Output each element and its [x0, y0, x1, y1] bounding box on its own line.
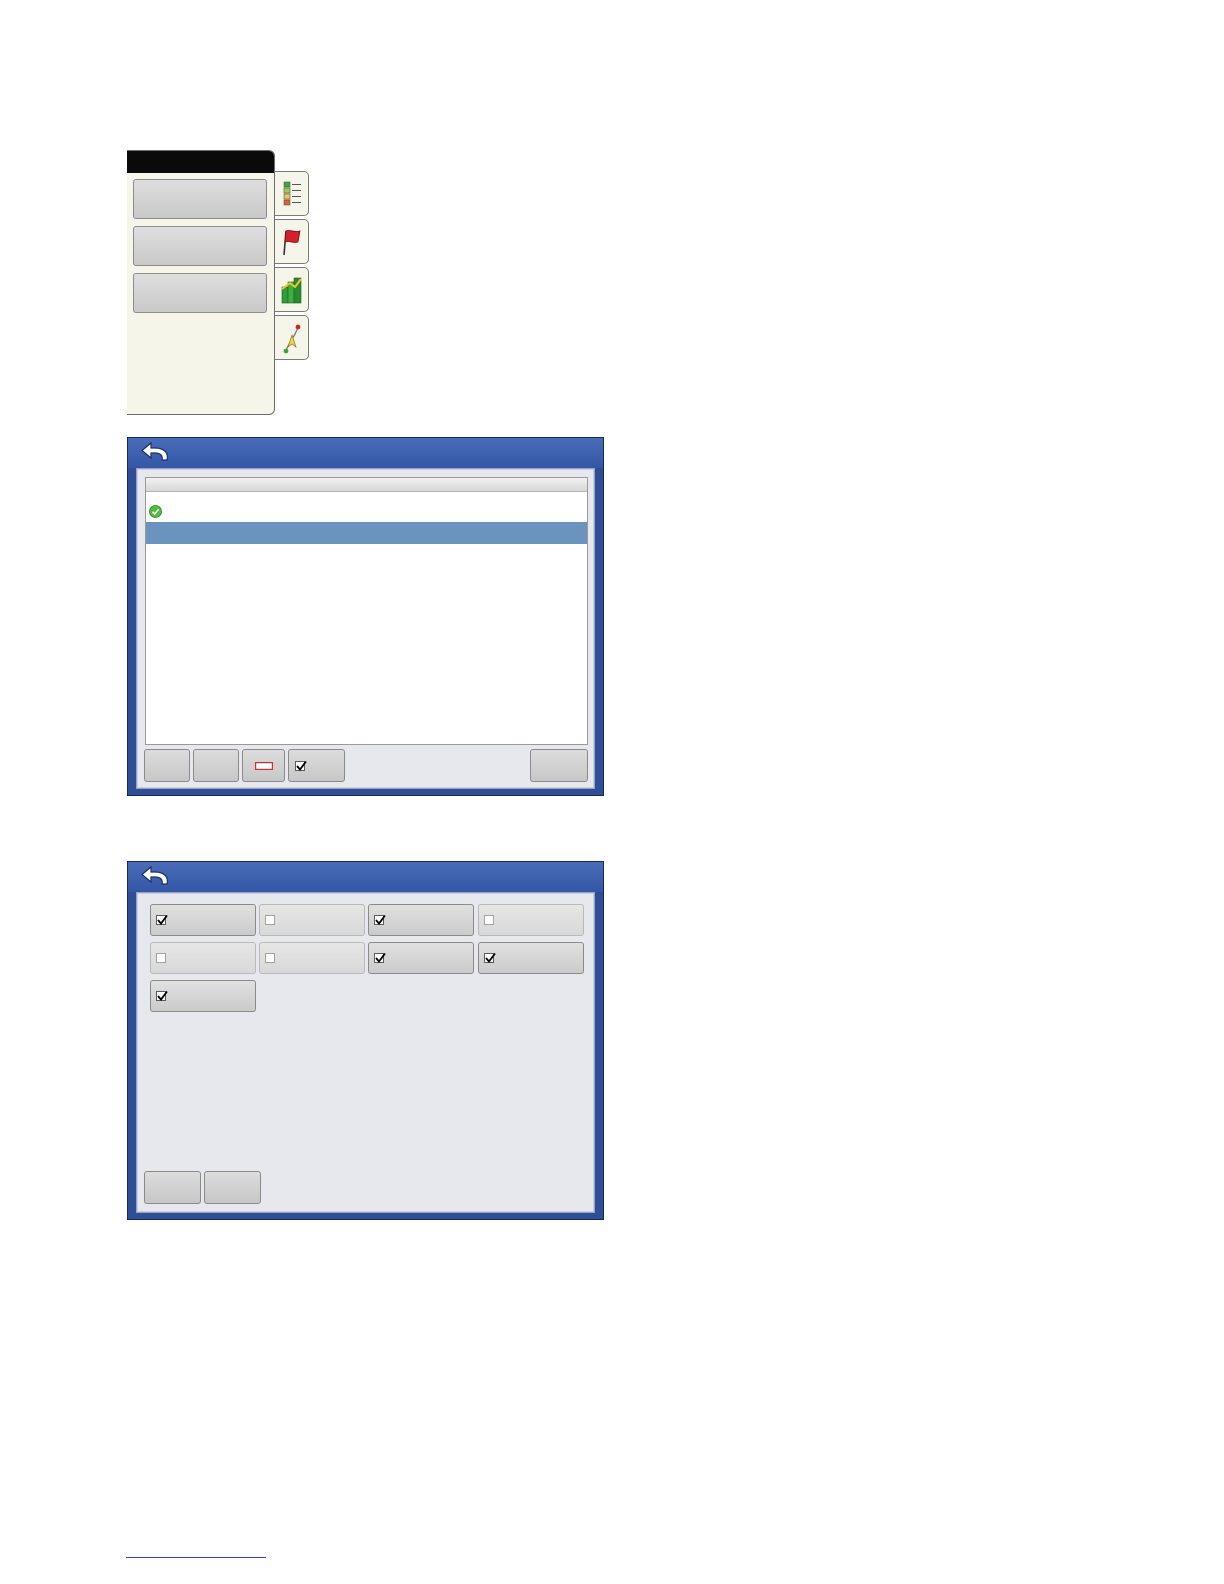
back-button[interactable]	[136, 865, 176, 889]
bottom-button-1[interactable]	[144, 1171, 201, 1204]
back-arrow-icon	[141, 442, 168, 461]
checkbox-unchecked-icon	[156, 953, 166, 963]
list-item-selected[interactable]	[146, 522, 587, 544]
side-menu-panel	[127, 150, 275, 415]
checkbox-checked-icon	[374, 952, 386, 963]
stacked-levels-icon	[283, 181, 301, 205]
checkbox-checked-icon	[484, 952, 496, 963]
green-check-icon	[149, 505, 162, 518]
remove-icon	[254, 761, 273, 770]
footer-rule	[126, 1557, 266, 1558]
red-flag-icon	[282, 229, 301, 255]
checkbox-checked-icon	[156, 914, 168, 925]
back-button[interactable]	[136, 441, 176, 465]
list-window-body	[136, 468, 595, 789]
option-toggle[interactable]	[478, 942, 584, 974]
item-list	[145, 477, 588, 745]
option-toggle[interactable]	[150, 904, 256, 936]
list-window	[127, 437, 604, 796]
checkbox-checked-icon	[374, 914, 386, 925]
option-toggle[interactable]	[259, 942, 365, 974]
options-window-body	[136, 892, 595, 1213]
window-title-bar	[128, 862, 603, 892]
back-arrow-icon	[141, 866, 168, 885]
tab-flags[interactable]	[275, 219, 309, 264]
checkbox-unchecked-icon	[484, 915, 494, 925]
menu-header	[127, 151, 274, 173]
options-window	[127, 861, 604, 1220]
option-toggle[interactable]	[259, 904, 365, 936]
window-title-bar	[128, 438, 603, 468]
list-item[interactable]	[146, 500, 587, 522]
tab-guidance[interactable]	[275, 315, 309, 360]
option-toggle[interactable]	[150, 942, 256, 974]
option-toggle[interactable]	[368, 904, 474, 936]
remove-button[interactable]	[242, 749, 285, 782]
check-toggle-button[interactable]	[288, 749, 345, 782]
checkbox-checked-icon	[156, 990, 168, 1001]
menu-button-2[interactable]	[133, 226, 267, 266]
bottom-button-2[interactable]	[204, 1171, 261, 1204]
checkbox-unchecked-icon	[265, 915, 275, 925]
option-toggle[interactable]	[368, 942, 474, 974]
bar-chart-icon	[280, 277, 302, 303]
toolbar-button-2[interactable]	[193, 749, 239, 782]
list-column-header	[146, 478, 587, 492]
option-toggle[interactable]	[478, 904, 584, 936]
toolbar-button-right[interactable]	[530, 749, 588, 782]
checkbox-checked-icon	[295, 760, 307, 771]
tab-levels[interactable]	[275, 171, 309, 216]
option-toggle[interactable]	[150, 980, 256, 1012]
guidance-path-icon	[283, 324, 300, 353]
tab-chart[interactable]	[275, 267, 309, 312]
menu-button-1[interactable]	[133, 179, 267, 219]
menu-button-3[interactable]	[133, 273, 267, 313]
checkbox-unchecked-icon	[265, 953, 275, 963]
toolbar-button-1[interactable]	[144, 749, 190, 782]
